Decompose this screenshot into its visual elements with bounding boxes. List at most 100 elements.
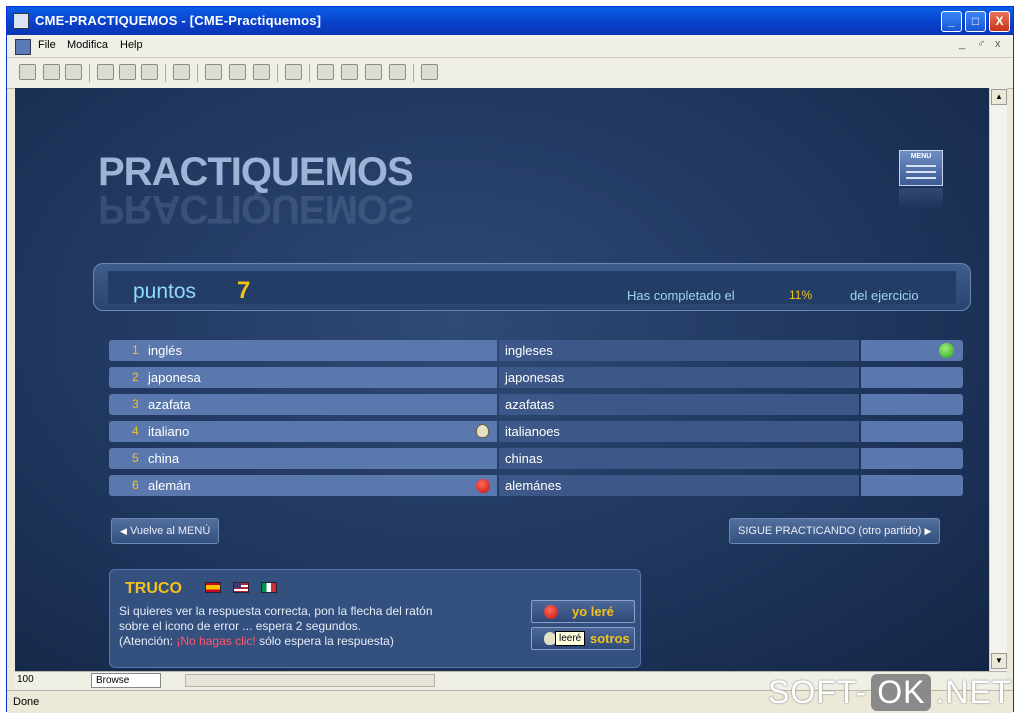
example-error-label: yo leré xyxy=(572,604,614,619)
keep-practicing-button[interactable]: SIGUE PRACTICANDO (otro partido) ▶ xyxy=(729,518,941,544)
mdi-restore-button[interactable]: ♂ xyxy=(977,38,985,50)
browse-select[interactable]: Browse xyxy=(91,673,161,688)
italian-flag-icon[interactable] xyxy=(261,582,277,593)
row-number: 1 xyxy=(132,343,139,357)
tool-icon-2[interactable] xyxy=(341,64,358,80)
app-icon xyxy=(13,13,29,29)
back-to-menu-button[interactable]: ◀ Vuelve al MENÚ xyxy=(111,518,220,544)
app-window: CME-PRACTIQUEMOS - [CME-Practiquemos] _ … xyxy=(6,6,1014,713)
watermark: SOFT- OK .NET xyxy=(768,674,1013,711)
error-icon xyxy=(544,605,558,619)
tree-icon[interactable] xyxy=(285,64,302,80)
maximize-button[interactable]: □ xyxy=(965,11,986,32)
title-reflection: PRACTIQUEMOS xyxy=(98,187,413,231)
toolbar xyxy=(7,58,1013,89)
vertical-scrollbar[interactable]: ▲ ▼ xyxy=(989,88,1007,671)
doc-icon xyxy=(15,39,31,55)
exercise-row: 6 alemán alemánes xyxy=(109,475,963,496)
tool-icon-1[interactable] xyxy=(317,64,334,80)
exercise-row: 5 china chinas xyxy=(109,448,963,469)
scroll-up-button[interactable]: ▲ xyxy=(991,89,1007,105)
page-prev-icon[interactable] xyxy=(229,64,246,80)
score-bar xyxy=(93,263,971,311)
menu-icon-line xyxy=(906,177,936,179)
score-value: 7 xyxy=(237,277,251,304)
us-flag-icon[interactable] xyxy=(233,582,249,593)
menu-icon-button[interactable]: MENU xyxy=(899,150,943,186)
toolbar-separator xyxy=(197,64,198,82)
row-word: alemán xyxy=(148,478,191,493)
status-text: Done xyxy=(13,696,40,708)
check-icon[interactable] xyxy=(19,64,36,80)
menu-icon-line xyxy=(906,171,936,173)
tip-text-line: Si quieres ver la respuesta correcta, po… xyxy=(119,604,433,618)
row-answer[interactable]: japonesas xyxy=(505,370,564,385)
row-word: inglés xyxy=(148,343,182,358)
menu-modifica[interactable]: Modifica xyxy=(67,39,108,51)
row-number: 6 xyxy=(132,478,139,492)
tip-text: Si quieres ver la respuesta correcta, po… xyxy=(119,604,519,649)
row-answer[interactable]: azafatas xyxy=(505,397,554,412)
toolbar-separator xyxy=(413,64,414,82)
page-next-icon[interactable] xyxy=(253,64,270,80)
menu-help[interactable]: Help xyxy=(120,39,143,51)
menu-icon-label: MENU xyxy=(910,153,932,160)
title-bar[interactable]: CME-PRACTIQUEMOS - [CME-Practiquemos] _ … xyxy=(7,7,1013,35)
exercise-row: 4 italiano italianoes xyxy=(109,421,963,442)
example-error-button[interactable]: yo leré xyxy=(531,600,635,623)
scroll-down-button[interactable]: ▼ xyxy=(991,653,1007,669)
horizontal-scrollbar[interactable] xyxy=(185,674,435,687)
row-number: 2 xyxy=(132,370,139,384)
print-icon[interactable] xyxy=(43,64,60,80)
minimize-button[interactable]: _ xyxy=(941,11,962,32)
tip-text-line: sobre el icono de error ... espera 2 seg… xyxy=(119,619,362,633)
row-word: azafata xyxy=(148,397,191,412)
paste-icon[interactable] xyxy=(141,64,158,80)
menu-icon-line xyxy=(906,165,936,167)
toolbar-separator xyxy=(165,64,166,82)
row-answer[interactable]: alemánes xyxy=(505,478,561,493)
tool-icon-3[interactable] xyxy=(365,64,382,80)
toolbar-separator xyxy=(89,64,90,82)
copy-icon[interactable] xyxy=(119,64,136,80)
row-number: 4 xyxy=(132,424,139,438)
window-title: CME-PRACTIQUEMOS - [CME-Practiquemos] xyxy=(35,13,322,28)
menu-file[interactable]: File xyxy=(38,39,56,51)
skull-icon[interactable] xyxy=(476,424,489,438)
exercise-row: 3 azafata azafatas xyxy=(109,394,963,415)
back-to-menu-label: Vuelve al MENÚ xyxy=(129,525,211,537)
tool-icon-4[interactable] xyxy=(389,64,406,80)
mdi-minimize-button[interactable]: _ xyxy=(959,38,965,50)
exercise-row: 2 japonesa japonesas xyxy=(109,367,963,388)
row-word: italiano xyxy=(148,424,190,439)
tip-title: TRUCO xyxy=(125,580,182,597)
progress-prefix: Has completado el xyxy=(627,288,735,303)
help-book-icon[interactable] xyxy=(421,64,438,80)
spanish-flag-icon[interactable] xyxy=(205,582,221,593)
browse-select-value: Browse xyxy=(96,675,130,686)
progress-value: 11% xyxy=(789,288,813,302)
row-answer[interactable]: italianoes xyxy=(505,424,560,439)
menu-bar: File Modifica Help _ ♂ x xyxy=(7,35,1013,58)
row-number: 5 xyxy=(132,451,139,465)
mdi-close-button[interactable]: x xyxy=(995,38,1001,50)
page-first-icon[interactable] xyxy=(205,64,222,80)
lesson-area: PRACTIQUEMOS PRACTIQUEMOS MENU puntos 7 … xyxy=(15,88,989,671)
close-button[interactable]: X xyxy=(989,11,1010,32)
tip-warning: ¡No hagas clic! xyxy=(176,634,256,648)
toolbar-separator xyxy=(309,64,310,82)
menu-icon-reflection xyxy=(899,188,943,210)
cut-icon[interactable] xyxy=(97,64,114,80)
error-icon[interactable] xyxy=(476,479,490,493)
undo-icon[interactable] xyxy=(173,64,190,80)
spellcheck-icon[interactable] xyxy=(65,64,82,80)
zoom-level[interactable]: 100 xyxy=(17,674,34,685)
progress-suffix: del ejercicio xyxy=(850,288,919,303)
toolbar-separator xyxy=(277,64,278,82)
row-answer[interactable]: chinas xyxy=(505,451,543,466)
tip-text-line: (Atención: ¡No hagas clic! sólo espera l… xyxy=(119,634,394,648)
row-word: japonesa xyxy=(148,370,201,385)
keep-practicing-label: SIGUE PRACTICANDO (otro partido) xyxy=(738,525,922,537)
row-answer[interactable]: ingleses xyxy=(505,343,553,358)
arrow-right-icon: ▶ xyxy=(924,526,932,536)
